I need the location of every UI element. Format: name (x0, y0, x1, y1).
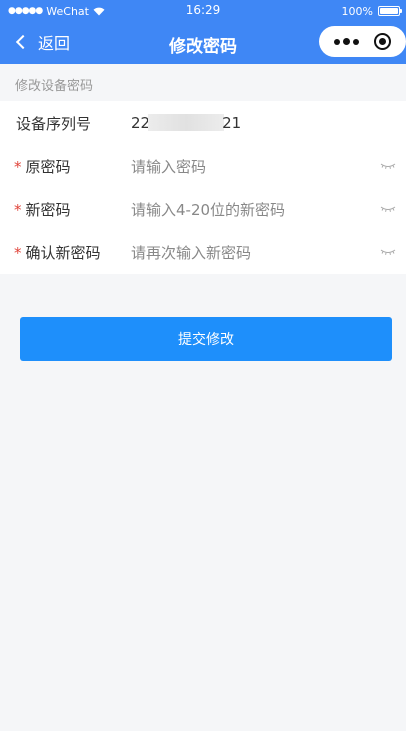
carrier-name: WeChat (46, 4, 89, 18)
required-mark: * (14, 158, 22, 176)
section-label: 修改设备密码 (15, 79, 94, 94)
top-bar: ●●●●● WeChat 16:29 100% 返回 修改密码 (0, 0, 406, 64)
wifi-icon (93, 7, 105, 15)
status-bar: ●●●●● WeChat 16:29 100% (0, 0, 406, 22)
battery-percent: 100% (341, 4, 373, 18)
required-mark: * (14, 244, 22, 262)
status-right: 100% (341, 4, 402, 18)
serial-value: 22 21 (131, 114, 241, 132)
eye-closed-icon[interactable] (380, 161, 396, 171)
eye-closed-icon[interactable] (380, 204, 396, 214)
confirm-password-label: * 确认新密码 (14, 244, 101, 262)
serial-suffix: 21 (222, 114, 242, 132)
confirm-password-input[interactable]: 请再次输入新密码 (131, 242, 251, 263)
serial-redaction (148, 114, 225, 131)
confirm-password-row: * 确认新密码 请再次输入新密码 (0, 231, 406, 274)
old-password-input[interactable]: 请输入密码 (131, 156, 206, 177)
nav-bar: 返回 修改密码 (0, 22, 406, 64)
eye-closed-icon[interactable] (380, 247, 396, 257)
more-dots-icon[interactable] (334, 38, 360, 45)
old-password-label: * 原密码 (14, 158, 71, 176)
required-mark: * (14, 201, 22, 219)
new-password-row: * 新密码 请输入4-20位的新密码 (0, 188, 406, 231)
old-password-row: * 原密码 请输入密码 (0, 145, 406, 188)
submit-button[interactable]: 提交修改 (20, 317, 392, 361)
new-password-input[interactable]: 请输入4-20位的新密码 (131, 199, 285, 220)
battery-icon (378, 6, 402, 16)
serial-label: 设备序列号 (16, 114, 92, 133)
password-form: 设备序列号 22 21 * 原密码 请输入密码 * 新密码 请输入4-20位的新密码 … (0, 101, 406, 274)
serial-row: 设备序列号 22 21 (0, 101, 406, 145)
target-circle-icon[interactable] (373, 33, 391, 50)
status-left: ●●●●● WeChat (8, 5, 105, 18)
signal-strength-icon: ●●●●● (8, 6, 43, 16)
miniprogram-capsule (319, 26, 406, 57)
new-password-label: * 新密码 (14, 201, 71, 219)
